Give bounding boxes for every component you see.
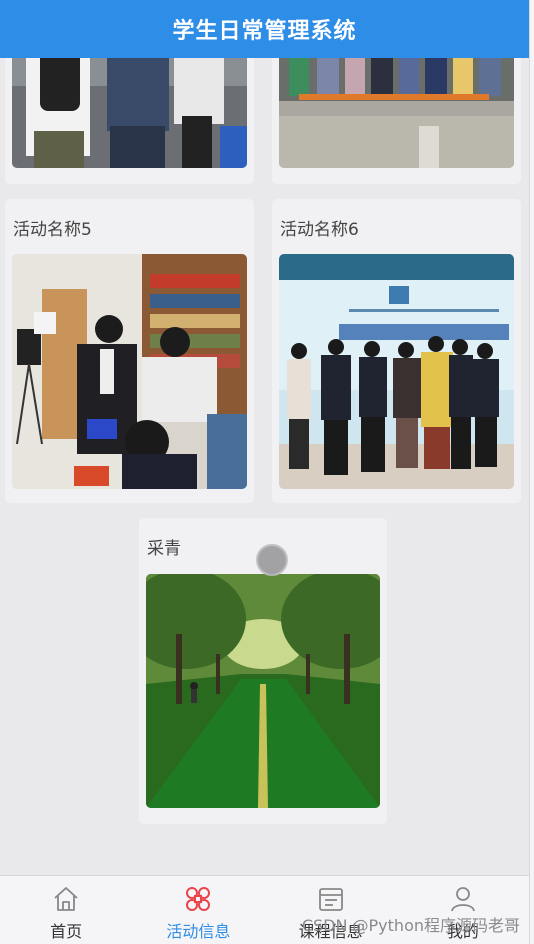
activity-name: 活动名称5 bbox=[13, 220, 92, 240]
activity-photo[interactable] bbox=[279, 254, 514, 489]
activity-card[interactable]: 活动名称5 bbox=[5, 199, 254, 503]
activity-photo[interactable] bbox=[146, 574, 380, 808]
activity-photo[interactable] bbox=[12, 58, 247, 168]
activity-card[interactable] bbox=[5, 58, 254, 184]
app-header: 学生日常管理系统 bbox=[0, 0, 529, 58]
user-icon bbox=[450, 887, 475, 912]
activity-list[interactable]: 活动名称5 活动名称6 采青 bbox=[0, 58, 529, 875]
home-icon bbox=[54, 887, 78, 911]
scrollbar-track[interactable] bbox=[529, 0, 534, 944]
page-title: 学生日常管理系统 bbox=[172, 19, 357, 44]
activity-card[interactable] bbox=[272, 58, 521, 184]
tab-home[interactable]: 首页 bbox=[0, 876, 132, 944]
course-icon bbox=[318, 888, 343, 911]
app-root: 学生日常管理系统 活动名称5 活动名称6 采青 首页 活动信息 课程信息 我的 … bbox=[0, 0, 534, 944]
watermark-text: CSDN @Python程序源码老哥 bbox=[301, 916, 520, 935]
tab-label: 首页 bbox=[50, 922, 83, 941]
scroll-indicator[interactable] bbox=[256, 544, 288, 576]
activity-name: 活动名称6 bbox=[280, 220, 359, 240]
tab-activity[interactable]: 活动信息 bbox=[132, 876, 264, 944]
activity-name: 采青 bbox=[147, 539, 181, 559]
activity-icon bbox=[186, 887, 211, 911]
activity-photo[interactable] bbox=[12, 254, 247, 489]
activity-photo[interactable] bbox=[279, 58, 514, 168]
tab-label: 活动信息 bbox=[166, 922, 231, 941]
activity-card[interactable]: 活动名称6 bbox=[272, 199, 521, 503]
